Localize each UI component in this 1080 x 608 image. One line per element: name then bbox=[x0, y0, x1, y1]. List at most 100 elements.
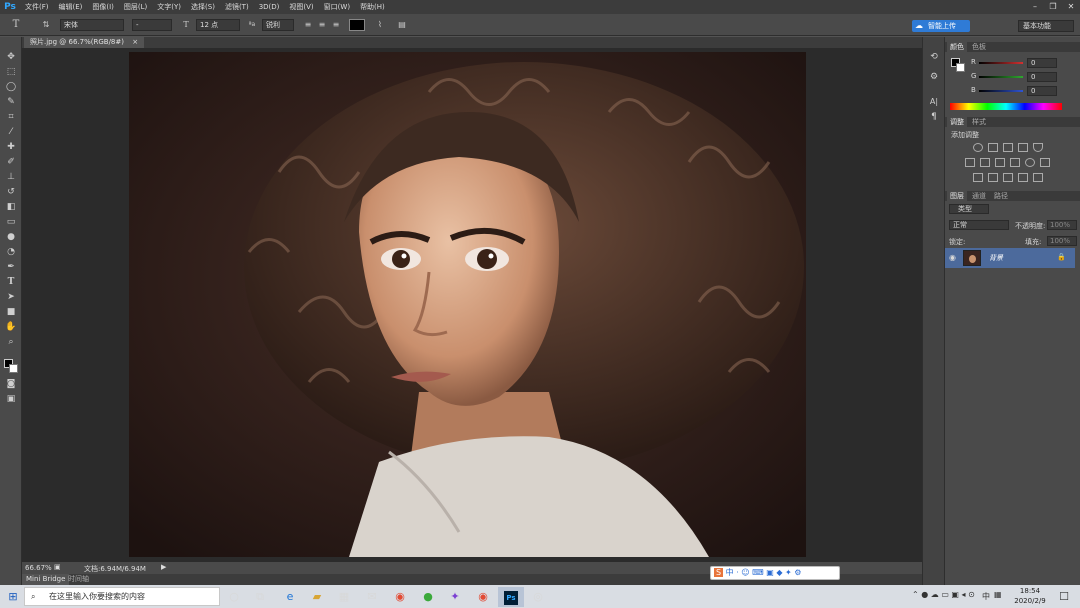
tab-close-icon[interactable]: × bbox=[132, 38, 138, 46]
font-style-select[interactable]: - bbox=[132, 19, 172, 31]
tray-icons[interactable]: ⌃ ● ☁ ▭ ▣ ◂ ⊙ bbox=[912, 590, 975, 599]
menu-3d[interactable]: 3D(D) bbox=[254, 3, 285, 11]
brush-tool-icon[interactable]: ✐ bbox=[3, 156, 19, 169]
tab-paths[interactable]: 路径 bbox=[991, 191, 1011, 201]
taskbar-search-input[interactable]: ⌕ 在这里输入你要搜索的内容 bbox=[24, 587, 220, 606]
channel-r-slider[interactable] bbox=[979, 62, 1023, 64]
clock[interactable]: 18:54 2020/2/9 bbox=[1010, 586, 1050, 606]
paragraph-panel-icon[interactable]: ¶ bbox=[926, 111, 942, 124]
text-color-swatch[interactable] bbox=[349, 19, 365, 31]
gradient-map-adjust-icon[interactable] bbox=[1018, 173, 1028, 182]
layer-name[interactable]: 背景 bbox=[989, 253, 1003, 263]
menu-help[interactable]: 帮助(H) bbox=[355, 2, 390, 12]
menu-file[interactable]: 文件(F) bbox=[20, 2, 54, 12]
healing-brush-tool-icon[interactable]: ✚ bbox=[3, 141, 19, 154]
layer-kind-filter[interactable]: 类型 bbox=[949, 204, 989, 214]
hand-tool-icon[interactable]: ✋ bbox=[3, 321, 19, 334]
steam-like-icon[interactable]: ◎ bbox=[530, 589, 546, 605]
layer-row-background[interactable]: ◉ 背景 🔒 bbox=[945, 248, 1075, 268]
menu-type[interactable]: 文字(Y) bbox=[152, 2, 186, 12]
text-orientation-icon[interactable]: ⇅ bbox=[40, 19, 52, 31]
dodge-tool-icon[interactable]: ◔ bbox=[3, 246, 19, 259]
restore-icon[interactable]: ❐ bbox=[1044, 1, 1062, 13]
history-panel-icon[interactable]: ⟲ bbox=[926, 51, 942, 64]
edge-icon[interactable]: e bbox=[282, 589, 298, 605]
eraser-tool-icon[interactable]: ◧ bbox=[3, 201, 19, 214]
align-center-icon[interactable]: ≡ bbox=[316, 19, 328, 31]
opacity-input[interactable]: 100% bbox=[1047, 220, 1077, 230]
invert-adjust-icon[interactable] bbox=[973, 173, 983, 182]
chrome-2-icon[interactable]: ◉ bbox=[475, 589, 491, 605]
path-select-tool-icon[interactable]: ➤ bbox=[3, 291, 19, 304]
posterize-adjust-icon[interactable] bbox=[988, 173, 998, 182]
green-app-icon[interactable]: ● bbox=[420, 589, 436, 605]
properties-panel-icon[interactable]: ⚙ bbox=[926, 71, 942, 84]
shape-tool-icon[interactable]: ■ bbox=[3, 306, 19, 319]
ime-tray-icon[interactable]: ▦ bbox=[994, 590, 1002, 599]
document-tab[interactable]: 照片.jpg @ 66.7%(RGB/8#) × bbox=[24, 37, 145, 48]
threshold-adjust-icon[interactable] bbox=[1003, 173, 1013, 182]
menu-image[interactable]: 图像(I) bbox=[87, 2, 119, 12]
channel-b-value[interactable]: 0 bbox=[1027, 86, 1057, 96]
tab-color[interactable]: 颜色 bbox=[947, 42, 967, 52]
curves-adjust-icon[interactable] bbox=[1003, 143, 1013, 152]
channel-g-value[interactable]: 0 bbox=[1027, 72, 1057, 82]
photoshop-taskbar-button[interactable]: Ps bbox=[498, 587, 524, 607]
photo-filter-adjust-icon[interactable] bbox=[1010, 158, 1020, 167]
levels-adjust-icon[interactable] bbox=[988, 143, 998, 152]
input-language[interactable]: 中 bbox=[982, 591, 990, 602]
status-menu-arrow-icon[interactable]: ▶ bbox=[161, 563, 166, 571]
selective-color-adjust-icon[interactable] bbox=[1033, 173, 1043, 182]
color-bg-swatch[interactable] bbox=[956, 63, 965, 72]
hue-saturation-adjust-icon[interactable] bbox=[965, 158, 975, 167]
channel-mixer-adjust-icon[interactable] bbox=[1025, 158, 1035, 167]
type-tool-preset-icon[interactable]: T bbox=[10, 19, 22, 31]
exposure-adjust-icon[interactable] bbox=[1018, 143, 1028, 152]
color-lookup-adjust-icon[interactable] bbox=[1040, 158, 1050, 167]
blend-mode-select[interactable]: 正常 bbox=[949, 220, 1009, 230]
black-white-adjust-icon[interactable] bbox=[995, 158, 1005, 167]
menu-filter[interactable]: 滤镜(T) bbox=[220, 2, 254, 12]
ime-mode[interactable]: 中 bbox=[726, 568, 734, 577]
menu-select[interactable]: 选择(S) bbox=[186, 2, 220, 12]
font-family-select[interactable]: 宋体 bbox=[60, 19, 124, 31]
tab-channels[interactable]: 通道 bbox=[969, 191, 989, 201]
quick-select-tool-icon[interactable]: ✎ bbox=[3, 96, 19, 109]
font-size-select[interactable]: 12 点 bbox=[196, 19, 240, 31]
align-left-icon[interactable]: ≡ bbox=[302, 19, 314, 31]
ime-toolbar[interactable]: S 中 · ☺ ⌨ ▣ ◆ ✦ ⚙ bbox=[710, 566, 840, 580]
move-tool-icon[interactable]: ✥ bbox=[3, 51, 19, 64]
tab-swatches[interactable]: 色板 bbox=[969, 42, 989, 52]
gradient-tool-icon[interactable]: ▭ bbox=[3, 216, 19, 229]
status-info-icon[interactable]: ▣ bbox=[54, 563, 61, 571]
cortana-icon[interactable]: ○ bbox=[226, 589, 242, 605]
vibrance-adjust-icon[interactable] bbox=[1033, 143, 1043, 152]
windows-start-icon[interactable]: ⊞ bbox=[5, 589, 21, 605]
fill-input[interactable]: 100% bbox=[1047, 236, 1077, 246]
screen-mode-icon[interactable]: ▣ bbox=[3, 393, 19, 406]
tab-layers[interactable]: 图层 bbox=[947, 191, 967, 201]
notification-icon[interactable]: ☐ bbox=[1056, 589, 1072, 605]
history-brush-tool-icon[interactable]: ↺ bbox=[3, 186, 19, 199]
eyedropper-tool-icon[interactable]: ⁄ bbox=[3, 126, 19, 139]
purple-app-icon[interactable]: ✦ bbox=[447, 589, 463, 605]
type-tool-icon[interactable]: T bbox=[3, 276, 19, 289]
task-view-icon[interactable]: ⧉ bbox=[252, 589, 268, 605]
menu-edit[interactable]: 编辑(E) bbox=[54, 2, 88, 12]
chrome-icon[interactable]: ◉ bbox=[392, 589, 408, 605]
color-balance-adjust-icon[interactable] bbox=[980, 158, 990, 167]
blur-tool-icon[interactable]: ● bbox=[3, 231, 19, 244]
quick-mask-icon[interactable]: ◙ bbox=[3, 378, 19, 391]
file-explorer-icon[interactable]: ▰ bbox=[309, 589, 325, 605]
menu-window[interactable]: 窗口(W) bbox=[319, 2, 355, 12]
timeline-tab[interactable]: 时间轴 bbox=[68, 574, 89, 585]
workspace-select[interactable]: 基本功能 bbox=[1018, 20, 1074, 32]
visibility-eye-icon[interactable]: ◉ bbox=[949, 253, 956, 262]
character-panel-icon[interactable]: ▤ bbox=[396, 19, 408, 31]
tab-styles[interactable]: 样式 bbox=[969, 117, 989, 127]
character-panel-icon[interactable]: A| bbox=[926, 95, 942, 108]
mini-bridge-tab[interactable]: Mini Bridge bbox=[22, 574, 70, 585]
store-icon[interactable]: ▦ bbox=[336, 589, 352, 605]
zoom-level[interactable]: 66.67% bbox=[25, 564, 52, 572]
tab-adjustments[interactable]: 调整 bbox=[947, 117, 967, 127]
